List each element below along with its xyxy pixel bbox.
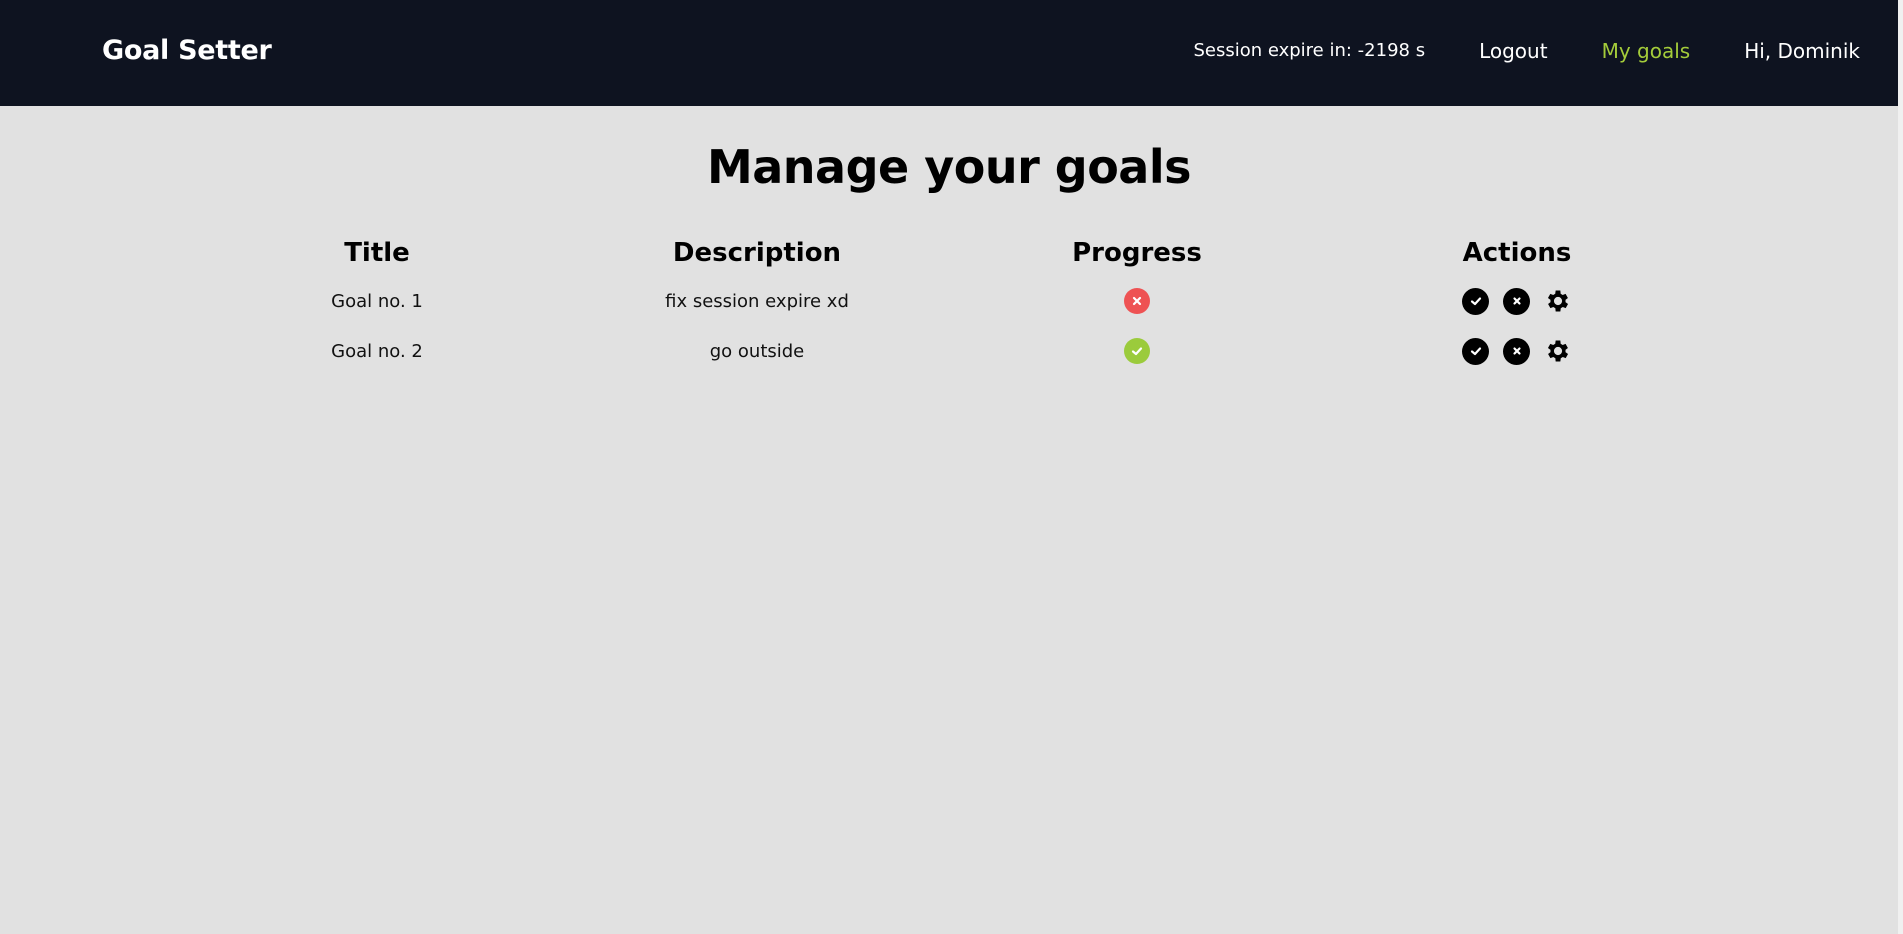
goal-title: Goal no. 2: [331, 340, 423, 362]
goal-actions: [1327, 326, 1707, 376]
table-row: Goal no. 1 fix session expire xd: [187, 276, 1707, 326]
edit-goal-button[interactable]: [1544, 287, 1572, 315]
logout-link[interactable]: Logout: [1479, 37, 1547, 65]
gear-icon: [1547, 290, 1569, 312]
column-header-actions: Actions: [1462, 238, 1572, 268]
column-header-description: Description: [672, 238, 842, 268]
goal-title: Goal no. 1: [331, 290, 423, 312]
complete-goal-button[interactable]: [1462, 287, 1489, 315]
x-circle-icon: [1124, 288, 1150, 314]
page: Goal Setter Session expire in: -2198 s L…: [0, 0, 1903, 934]
check-icon: [1470, 347, 1481, 356]
session-timer: Session expire in: -2198 s: [1193, 40, 1426, 61]
goal-actions: [1327, 276, 1707, 326]
check-icon: [1470, 297, 1481, 306]
goal-progress: [947, 326, 1327, 376]
column-header-progress: Progress: [1072, 238, 1202, 268]
table-header: Title Description Progress Actions: [187, 230, 1707, 276]
goals-table: Title Description Progress Actions Goal …: [187, 230, 1707, 376]
delete-goal-button[interactable]: [1503, 287, 1530, 315]
check-circle-icon: [1124, 338, 1150, 364]
close-icon: [1512, 347, 1521, 355]
gear-icon: [1547, 340, 1569, 362]
edit-goal-button[interactable]: [1544, 337, 1572, 365]
complete-goal-button[interactable]: [1462, 337, 1489, 365]
nav-right: Session expire in: -2198 s Logout My goa…: [1193, 37, 1860, 65]
goal-description: fix session expire xd: [665, 290, 849, 312]
column-header-title: Title: [344, 238, 410, 268]
user-greeting: Hi, Dominik: [1744, 39, 1860, 63]
table-row: Goal no. 2 go outside: [187, 326, 1707, 376]
goal-description: go outside: [709, 340, 805, 362]
goal-progress: [947, 276, 1327, 326]
my-goals-link[interactable]: My goals: [1602, 37, 1691, 65]
top-navbar: Goal Setter Session expire in: -2198 s L…: [0, 0, 1898, 106]
page-title: Manage your goals: [706, 140, 1192, 194]
delete-goal-button[interactable]: [1503, 337, 1530, 365]
brand-logo[interactable]: Goal Setter: [102, 33, 272, 69]
vertical-scrollbar[interactable]: [1898, 0, 1903, 934]
close-icon: [1512, 297, 1521, 305]
